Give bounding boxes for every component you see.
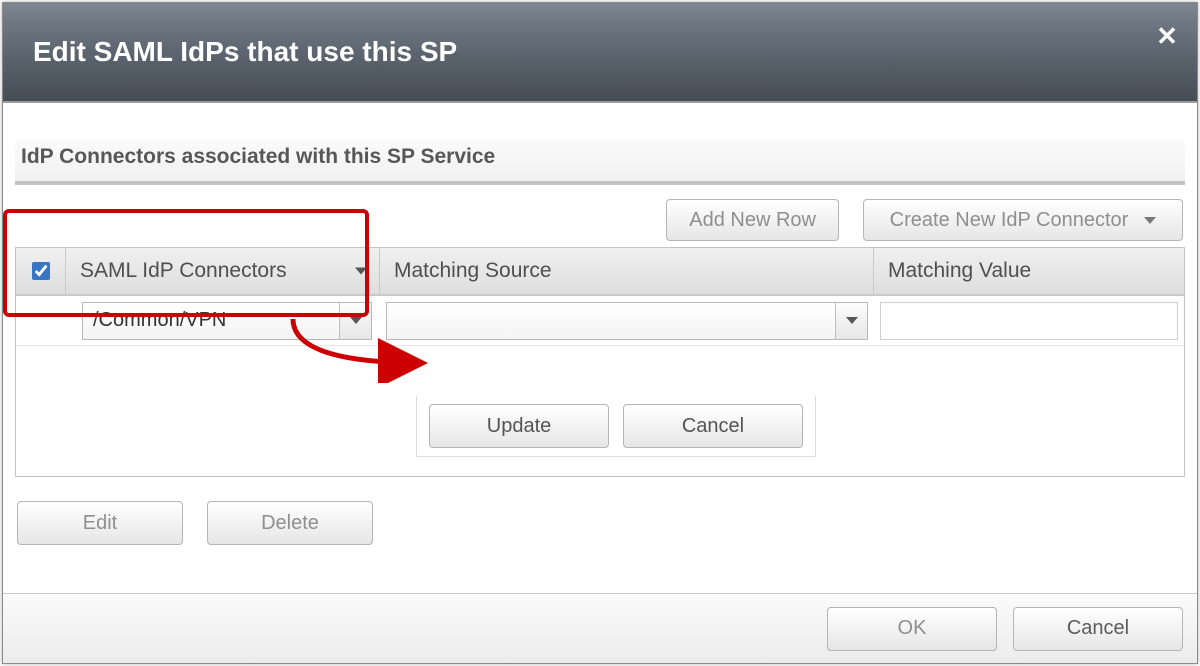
section-heading: IdP Connectors associated with this SP S…: [15, 139, 1185, 185]
row-value-cell: [874, 298, 1184, 344]
column-header-value[interactable]: Matching Value: [874, 248, 1184, 294]
inline-actions-bar: Update Cancel: [416, 396, 816, 457]
column-header-connectors[interactable]: SAML IdP Connectors: [66, 248, 380, 294]
table-row[interactable]: /Common/VPN: [16, 296, 1184, 346]
delete-button[interactable]: Delete: [207, 501, 373, 545]
add-new-row-button[interactable]: Add New Row: [666, 199, 839, 241]
dialog-content: IdP Connectors associated with this SP S…: [3, 103, 1197, 593]
create-new-idp-connector-button[interactable]: Create New IdP Connector: [863, 199, 1183, 241]
chevron-down-icon[interactable]: [339, 303, 371, 339]
grid-body: /Common/VPN: [16, 296, 1184, 476]
row-source-cell: [380, 298, 874, 344]
column-header-source[interactable]: Matching Source: [380, 248, 874, 294]
connectors-grid: SAML IdP Connectors Matching Source Matc…: [15, 247, 1185, 477]
dialog-title: Edit SAML IdPs that use this SP: [33, 36, 457, 68]
dialog: Edit SAML IdPs that use this SP ✕ IdP Co…: [2, 2, 1198, 664]
ok-button[interactable]: OK: [827, 607, 997, 651]
matching-value-text: [881, 320, 1177, 321]
idp-connector-select[interactable]: /Common/VPN: [82, 302, 372, 340]
idp-connector-value: /Common/VPN: [83, 309, 339, 332]
close-icon[interactable]: ✕: [1155, 25, 1179, 49]
matching-source-select[interactable]: [386, 302, 868, 340]
dialog-footer: OK Cancel: [3, 593, 1197, 663]
titlebar: Edit SAML IdPs that use this SP ✕: [3, 3, 1197, 103]
grid-toolbar: Add New Row Create New IdP Connector: [15, 199, 1185, 241]
chevron-down-icon[interactable]: [835, 303, 867, 339]
row-connectors-cell: /Common/VPN: [66, 298, 380, 344]
cancel-button[interactable]: Cancel: [1013, 607, 1183, 651]
grid-header: SAML IdP Connectors Matching Source Matc…: [16, 248, 1184, 296]
matching-value-input[interactable]: [880, 302, 1178, 340]
update-button[interactable]: Update: [429, 404, 609, 448]
grid-bottom-actions: Edit Delete: [15, 501, 1185, 545]
cancel-inline-button[interactable]: Cancel: [623, 404, 803, 448]
select-all-checkbox[interactable]: [32, 262, 50, 280]
column-header-checkbox[interactable]: [16, 248, 66, 294]
edit-button[interactable]: Edit: [17, 501, 183, 545]
matching-source-value: [387, 320, 835, 321]
